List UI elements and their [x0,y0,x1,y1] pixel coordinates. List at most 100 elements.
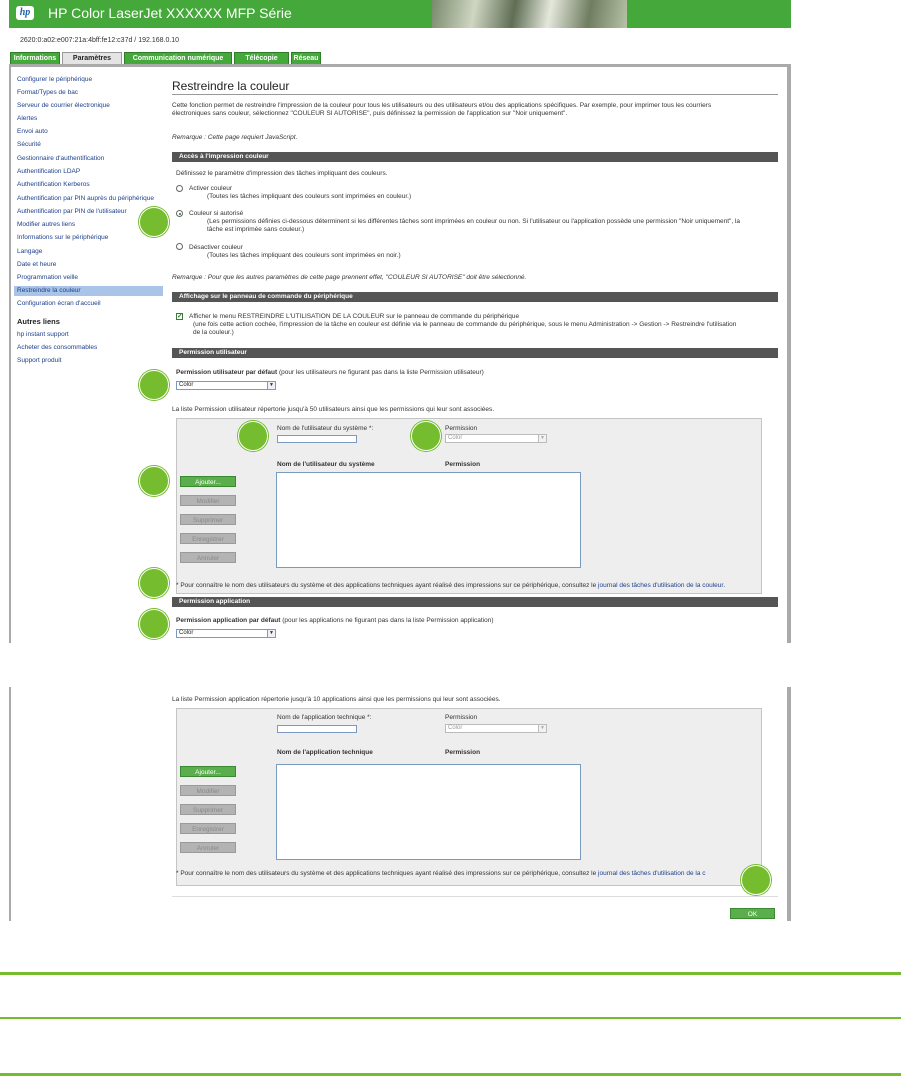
sidebar-item-langage[interactable]: Langage [17,248,42,255]
radio-desactiver-couleur[interactable] [176,243,183,250]
callout-marker [411,421,441,451]
user-column-name-header: Nom de l'utilisateur du système [277,461,375,468]
intro-text-line2: électroniques sans couleur, sélectionnez… [172,110,568,117]
user-modify-button[interactable]: Modifier [180,495,236,506]
sidebar-item-format-types[interactable]: Format/Types de bac [17,89,78,96]
radio-label-activer: Activer couleur [189,185,232,192]
user-footnote: * Pour connaître le nom des utilisateurs… [176,582,725,590]
callout-marker [139,466,169,496]
sidebar-item-envoi-auto[interactable]: Envoi auto [17,128,48,135]
user-default-permission-value: Color [179,382,194,388]
radio-desc-activer: (Toutes les tâches impliquant des couleu… [207,193,412,200]
table-rule [0,1073,901,1076]
footer-divider [172,896,778,897]
chevron-down-icon: ▼ [538,725,546,732]
device-title: HP Color LaserJet XXXXXX MFP Série [48,5,292,21]
user-add-button[interactable]: Ajouter... [180,476,236,487]
tab-informations[interactable]: Informations [10,52,60,64]
user-save-button[interactable]: Enregistrer [180,533,236,544]
table-rule [0,1017,901,1019]
color-usage-log-link[interactable]: journal des tâches d'utilisation de la c [598,870,705,877]
ok-button[interactable]: OK [730,908,775,919]
sidebar-item-date-heure[interactable]: Date et heure [17,261,56,268]
app-default-permission-value: Color [179,630,194,636]
sidebar-item-serveur-courrier[interactable]: Serveur de courrier électronique [17,102,110,109]
app-modify-button[interactable]: Modifier [180,785,236,796]
hp-logo: hp [16,6,34,20]
table-rule [0,972,901,975]
sidebar-item-hp-instant-support[interactable]: hp instant support [17,331,69,338]
callout-marker [741,865,771,895]
radio-label-desactiver: Désactiver couleur [189,244,243,251]
sidebar-item-auth-kerberos[interactable]: Authentification Kerberos [17,181,90,188]
sidebar-item-configurer[interactable]: Configurer le périphérique [17,76,92,83]
device-address: 2620:0:a02:e007:21a:4bff:fe12:c37d / 192… [20,37,180,44]
user-list-description: La liste Permission utilisateur répertor… [172,406,495,413]
user-cancel-button[interactable]: Annuler [180,552,236,563]
checkbox-show-menu-desc-cont: de la couleur.) [193,329,234,336]
header-banner-image [432,0,627,28]
user-permission-list[interactable] [276,472,581,568]
frame-left-border [9,67,11,643]
sidebar-item-programmation-veille[interactable]: Programmation veille [17,274,78,281]
sidebar-item-restreindre-couleur[interactable]: Restreindre la couleur [17,287,81,294]
title-divider [172,94,778,95]
section-header-panel: Affichage sur le panneau de commande du … [172,292,778,302]
app-name-input[interactable] [277,725,357,733]
callout-marker [139,609,169,639]
tab-underline [9,64,791,67]
user-delete-button[interactable]: Supprimer [180,514,236,525]
app-default-permission-select[interactable]: Color ▼ [176,629,276,638]
page-title: Restreindre la couleur [172,79,290,93]
section-header-user-permission: Permission utilisateur [172,348,778,358]
radio-couleur-si-autorise[interactable] [176,210,183,217]
app-permission-value: Color [448,725,463,731]
user-default-permission-select[interactable]: Color ▼ [176,381,276,390]
sidebar-item-acheter-consommables[interactable]: Acheter des consommables [17,344,97,351]
app-cancel-button[interactable]: Annuler [180,842,236,853]
radio-desc-autorise: (Les permissions définies ci-dessous dét… [207,218,741,225]
sidebar-item-config-ecran-accueil[interactable]: Configuration écran d'accueil [17,300,101,307]
app-delete-button[interactable]: Supprimer [180,804,236,815]
remark-javascript: Remarque : Cette page requiert JavaScrip… [172,134,298,141]
app-permission-label: Permission [445,714,478,721]
access-description: Définissez le paramètre d'impression des… [176,170,388,177]
sidebar-item-auth-pin-peripherique[interactable]: Authentification par PIN auprès du périp… [17,195,154,202]
radio-label-autorise: Couleur si autorisé [189,210,244,217]
app-permission-list[interactable] [276,764,581,860]
sidebar-item-auth-pin-utilisateur[interactable]: Authentification par PIN de l'utilisateu… [17,208,127,215]
tab-reseau[interactable]: Réseau [291,52,321,64]
checkbox-show-menu-desc: (une fois cette action cochée, l'impress… [193,321,737,328]
tab-parametres[interactable]: Paramètres [62,52,122,64]
color-usage-log-link[interactable]: journal des tâches d'utilisation de la c… [598,582,725,589]
chevron-down-icon: ▼ [267,630,275,637]
user-permission-select[interactable]: Color ▼ [445,434,547,443]
sidebar-item-alertes[interactable]: Alertes [17,115,37,122]
tab-communication-numerique[interactable]: Communication numérique [124,52,232,64]
callout-marker [139,568,169,598]
sidebar-item-modifier-liens[interactable]: Modifier autres liens [17,221,75,228]
user-permission-value: Color [448,435,463,441]
user-name-label: Nom de l'utilisateur du système *: [277,425,374,432]
sidebar-item-support-produit[interactable]: Support produit [17,357,61,364]
sidebar-item-gestionnaire-auth[interactable]: Gestionnaire d'authentification [17,155,104,162]
checkbox-show-menu-label: Afficher le menu RESTREINDRE L'UTILISATI… [189,313,520,320]
frame-right-border [787,67,791,643]
user-name-input[interactable] [277,435,357,443]
callout-marker [139,370,169,400]
sidebar-item-informations-peripherique[interactable]: Informations sur le périphérique [17,234,108,241]
radio-activer-couleur[interactable] [176,185,183,192]
tab-telecopie[interactable]: Télécopie [234,52,289,64]
sidebar-item-securite[interactable]: Sécurité [17,141,41,148]
app-default-label-bold: Permission application par défaut [176,617,281,624]
checkbox-show-menu[interactable]: ✓ [176,313,183,320]
section-header-access: Accès à l'impression couleur [172,152,778,162]
sidebar-item-auth-ldap[interactable]: Authentification LDAP [17,168,80,175]
app-permission-select[interactable]: Color ▼ [445,724,547,733]
app-save-button[interactable]: Enregistrer [180,823,236,834]
intro-text-line1: Cette fonction permet de restreindre l'i… [172,102,712,109]
app-add-button[interactable]: Ajouter... [180,766,236,777]
app-default-label-rest: (pour les applications ne figurant pas d… [280,617,494,624]
chevron-down-icon: ▼ [538,435,546,442]
app-name-label: Nom de l'application technique *: [277,714,372,721]
